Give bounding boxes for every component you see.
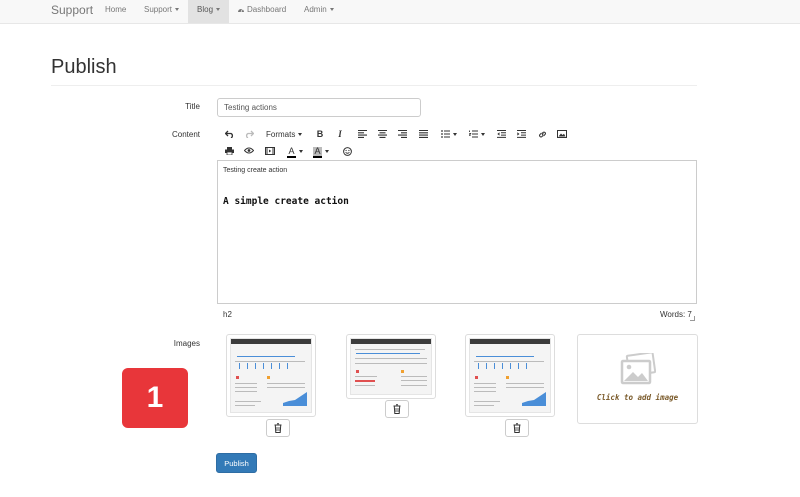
chevron-down-icon xyxy=(481,133,485,136)
navbar-brand[interactable]: Support xyxy=(51,3,93,17)
align-right-icon[interactable] xyxy=(395,128,409,141)
chevron-down-icon xyxy=(453,133,457,136)
title-divider xyxy=(51,85,697,86)
add-image-dropzone[interactable]: Click to add image xyxy=(577,334,698,424)
bullet-list-icon[interactable] xyxy=(438,128,460,141)
numbered-list-icon[interactable] xyxy=(466,128,488,141)
dashboard-icon xyxy=(238,8,244,13)
chevron-down-icon xyxy=(329,8,334,12)
align-center-icon[interactable] xyxy=(375,128,389,141)
background-color-picker[interactable]: A xyxy=(312,145,334,158)
image-thumbnail[interactable] xyxy=(465,334,555,417)
editor-element-path[interactable]: h2 xyxy=(223,310,232,319)
top-navbar: Support Home Support Blog Dashboard Admi… xyxy=(0,0,800,24)
editor-word-count: Words: 7 xyxy=(660,310,692,319)
nav-home[interactable]: Home xyxy=(105,0,126,23)
image-placeholder-icon xyxy=(620,353,656,385)
dashboard-screenshot-image xyxy=(350,338,432,395)
outdent-icon[interactable] xyxy=(494,128,508,141)
image-thumbnail[interactable] xyxy=(346,334,436,399)
publish-button[interactable]: Publish xyxy=(216,453,257,473)
editor-heading: A simple create action xyxy=(223,196,349,207)
nav-support[interactable]: Support xyxy=(144,0,180,23)
undo-icon[interactable] xyxy=(222,128,236,141)
image-thumbnail[interactable] xyxy=(226,334,316,417)
trash-icon xyxy=(393,404,401,414)
bold-icon[interactable]: B xyxy=(313,128,327,141)
delete-image-button[interactable] xyxy=(266,419,290,437)
redo-icon[interactable] xyxy=(242,128,256,141)
chevron-down-icon xyxy=(216,8,221,12)
background-color-icon: A xyxy=(313,146,322,158)
content-editor[interactable]: Testing create action A simple create ac… xyxy=(217,160,697,304)
chevron-down-icon xyxy=(325,150,329,154)
step-number-badge: 1 xyxy=(122,368,188,428)
title-label: Title xyxy=(185,102,200,111)
images-label: Images xyxy=(173,339,200,348)
image-icon[interactable] xyxy=(555,128,569,141)
editor-paragraph: Testing create action xyxy=(223,167,288,174)
media-icon[interactable] xyxy=(263,145,277,158)
emoticons-icon[interactable] xyxy=(340,145,354,158)
align-left-icon[interactable] xyxy=(355,128,369,141)
trash-icon xyxy=(274,423,282,433)
preview-icon[interactable] xyxy=(242,145,256,158)
page-title: Publish xyxy=(51,56,117,78)
title-input[interactable] xyxy=(217,98,421,117)
nav-admin[interactable]: Admin xyxy=(304,0,334,23)
formats-dropdown[interactable]: Formats xyxy=(264,128,306,141)
editor-resize-handle[interactable] xyxy=(690,316,695,321)
chevron-down-icon xyxy=(299,150,303,154)
dashboard-screenshot-image xyxy=(469,338,551,413)
nav-dashboard[interactable]: Dashboard xyxy=(237,0,286,23)
text-color-picker[interactable]: A xyxy=(286,145,308,158)
print-icon[interactable] xyxy=(222,145,236,158)
italic-icon[interactable]: I xyxy=(333,128,347,141)
indent-icon[interactable] xyxy=(514,128,528,141)
dashboard-screenshot-image xyxy=(230,338,312,413)
nav-blog[interactable]: Blog xyxy=(188,0,229,23)
chevron-down-icon xyxy=(175,8,180,12)
trash-icon xyxy=(513,423,521,433)
chevron-down-icon xyxy=(298,133,303,137)
add-image-caption: Click to add image xyxy=(596,393,679,402)
delete-image-button[interactable] xyxy=(505,419,529,437)
content-label: Content xyxy=(171,130,200,139)
delete-image-button[interactable] xyxy=(385,400,409,418)
text-color-icon: A xyxy=(287,146,296,158)
align-justify-icon[interactable] xyxy=(416,128,430,141)
link-icon[interactable] xyxy=(535,128,549,141)
